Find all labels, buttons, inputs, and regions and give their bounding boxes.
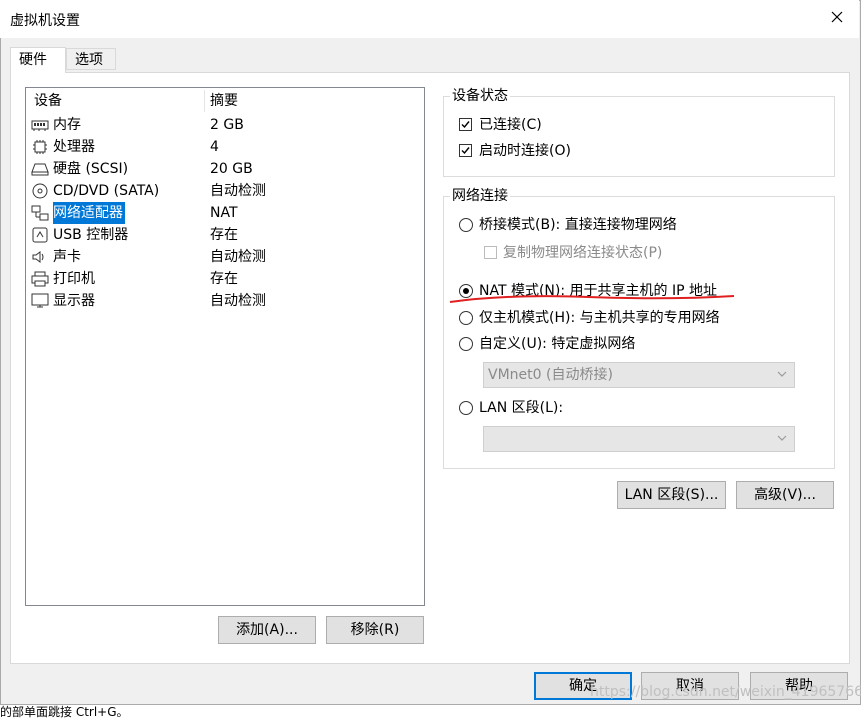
bridged-label[interactable]: 桥接模式(B): 直接连接物理网络 [479,216,677,234]
device-name: 处理器 [53,139,95,155]
column-header-device[interactable]: 设备 [34,90,62,112]
printer-icon [31,271,49,287]
device-name: 显示器 [53,293,95,309]
lan-segment-label[interactable]: LAN 区段(L): [479,399,563,417]
device-summary: 自动检测 [210,249,266,265]
host-only-radio[interactable] [459,311,473,325]
chevron-down-icon [777,371,787,377]
watermark-text: https://blog.csdn.net/weixin_41965766 [590,684,861,700]
replicate-state-label[interactable]: 复制物理网络连接状态(P) [503,244,662,262]
connected-checkbox[interactable] [459,118,472,131]
device-summary: 20 GB [210,161,253,177]
custom-label[interactable]: 自定义(U): 特定虚拟网络 [479,335,635,353]
lan-segment-radio[interactable] [459,401,473,415]
custom-radio[interactable] [459,337,473,351]
remove-device-button[interactable]: 移除(R) [326,616,424,644]
bridged-radio[interactable] [459,218,473,232]
add-device-button[interactable]: 添加(A)... [218,616,316,644]
lan-segment-select[interactable] [483,426,795,452]
device-status-title: 设备状态 [450,88,510,104]
processor-icon [33,140,47,154]
device-summary: 存在 [210,271,238,287]
device-name: 声卡 [53,249,81,265]
device-row-network-adapter[interactable]: 网络适配器 NAT [27,202,423,224]
connect-at-power-on-label[interactable]: 启动时连接(O) [479,142,571,160]
title-bar: 虚拟机设置 [0,0,859,38]
sound-icon [32,251,44,263]
device-name: 网络适配器 [53,202,125,224]
background-text: 的部单面跳接 Ctrl+G。 [0,705,129,719]
device-summary: 2 GB [210,117,244,133]
device-summary: 自动检测 [210,183,266,199]
device-summary: 4 [210,139,219,155]
connect-at-power-on-checkbox[interactable] [459,144,472,157]
device-row-processor[interactable]: 处理器 4 [27,136,423,158]
device-row-printer[interactable]: 打印机 存在 [27,268,423,290]
cd-dvd-icon [32,183,48,199]
checkmark-icon [461,121,470,129]
host-only-label[interactable]: 仅主机模式(H): 与主机共享的专用网络 [479,309,720,327]
device-row-memory[interactable]: 内存 2 GB [27,114,423,136]
replicate-state-checkbox[interactable] [484,246,497,259]
connected-label[interactable]: 已连接(C) [479,116,542,134]
column-divider[interactable] [204,90,205,112]
network-adapter-icon [31,205,49,221]
device-name: 内存 [53,117,81,133]
device-name: 硬盘 (SCSI) [53,161,129,177]
device-summary: 存在 [210,227,238,243]
device-name: CD/DVD (SATA) [53,183,160,199]
device-row-sound-card[interactable]: 声卡 自动检测 [27,246,423,268]
custom-network-select[interactable]: VMnet0 (自动桥接) [483,362,795,388]
window-title: 虚拟机设置 [10,13,80,29]
red-underline-annotation [449,295,735,303]
tab-hardware[interactable]: 硬件 [10,47,66,73]
memory-icon [31,120,49,131]
tab-options[interactable]: 选项 [66,48,116,70]
custom-network-value: VMnet0 (自动桥接) [488,367,613,383]
device-row-usb-controller[interactable]: USB 控制器 存在 [27,224,423,246]
device-list[interactable]: 设备 摘要 内存 2 GB 处理器 4 硬盘 (SCSI) 20 GB CD/D… [25,87,425,606]
device-row-display[interactable]: 显示器 自动检测 [27,290,423,312]
device-row-hard-disk[interactable]: 硬盘 (SCSI) 20 GB [27,158,423,180]
device-summary: NAT [210,205,238,221]
device-name: USB 控制器 [53,227,129,243]
device-row-cd-dvd[interactable]: CD/DVD (SATA) 自动检测 [27,180,423,202]
advanced-button[interactable]: 高级(V)... [736,481,834,509]
network-connection-title: 网络连接 [450,188,510,204]
hard-disk-icon [31,163,49,176]
usb-icon [32,227,48,243]
chevron-down-icon [777,435,787,441]
column-header-summary[interactable]: 摘要 [210,90,238,112]
checkmark-icon [461,147,470,155]
device-status-group [443,96,835,177]
device-name: 打印机 [53,271,95,287]
device-summary: 自动检测 [210,293,266,309]
close-icon[interactable] [826,6,848,28]
display-icon [31,293,49,308]
lan-segments-button[interactable]: LAN 区段(S)... [617,481,726,509]
